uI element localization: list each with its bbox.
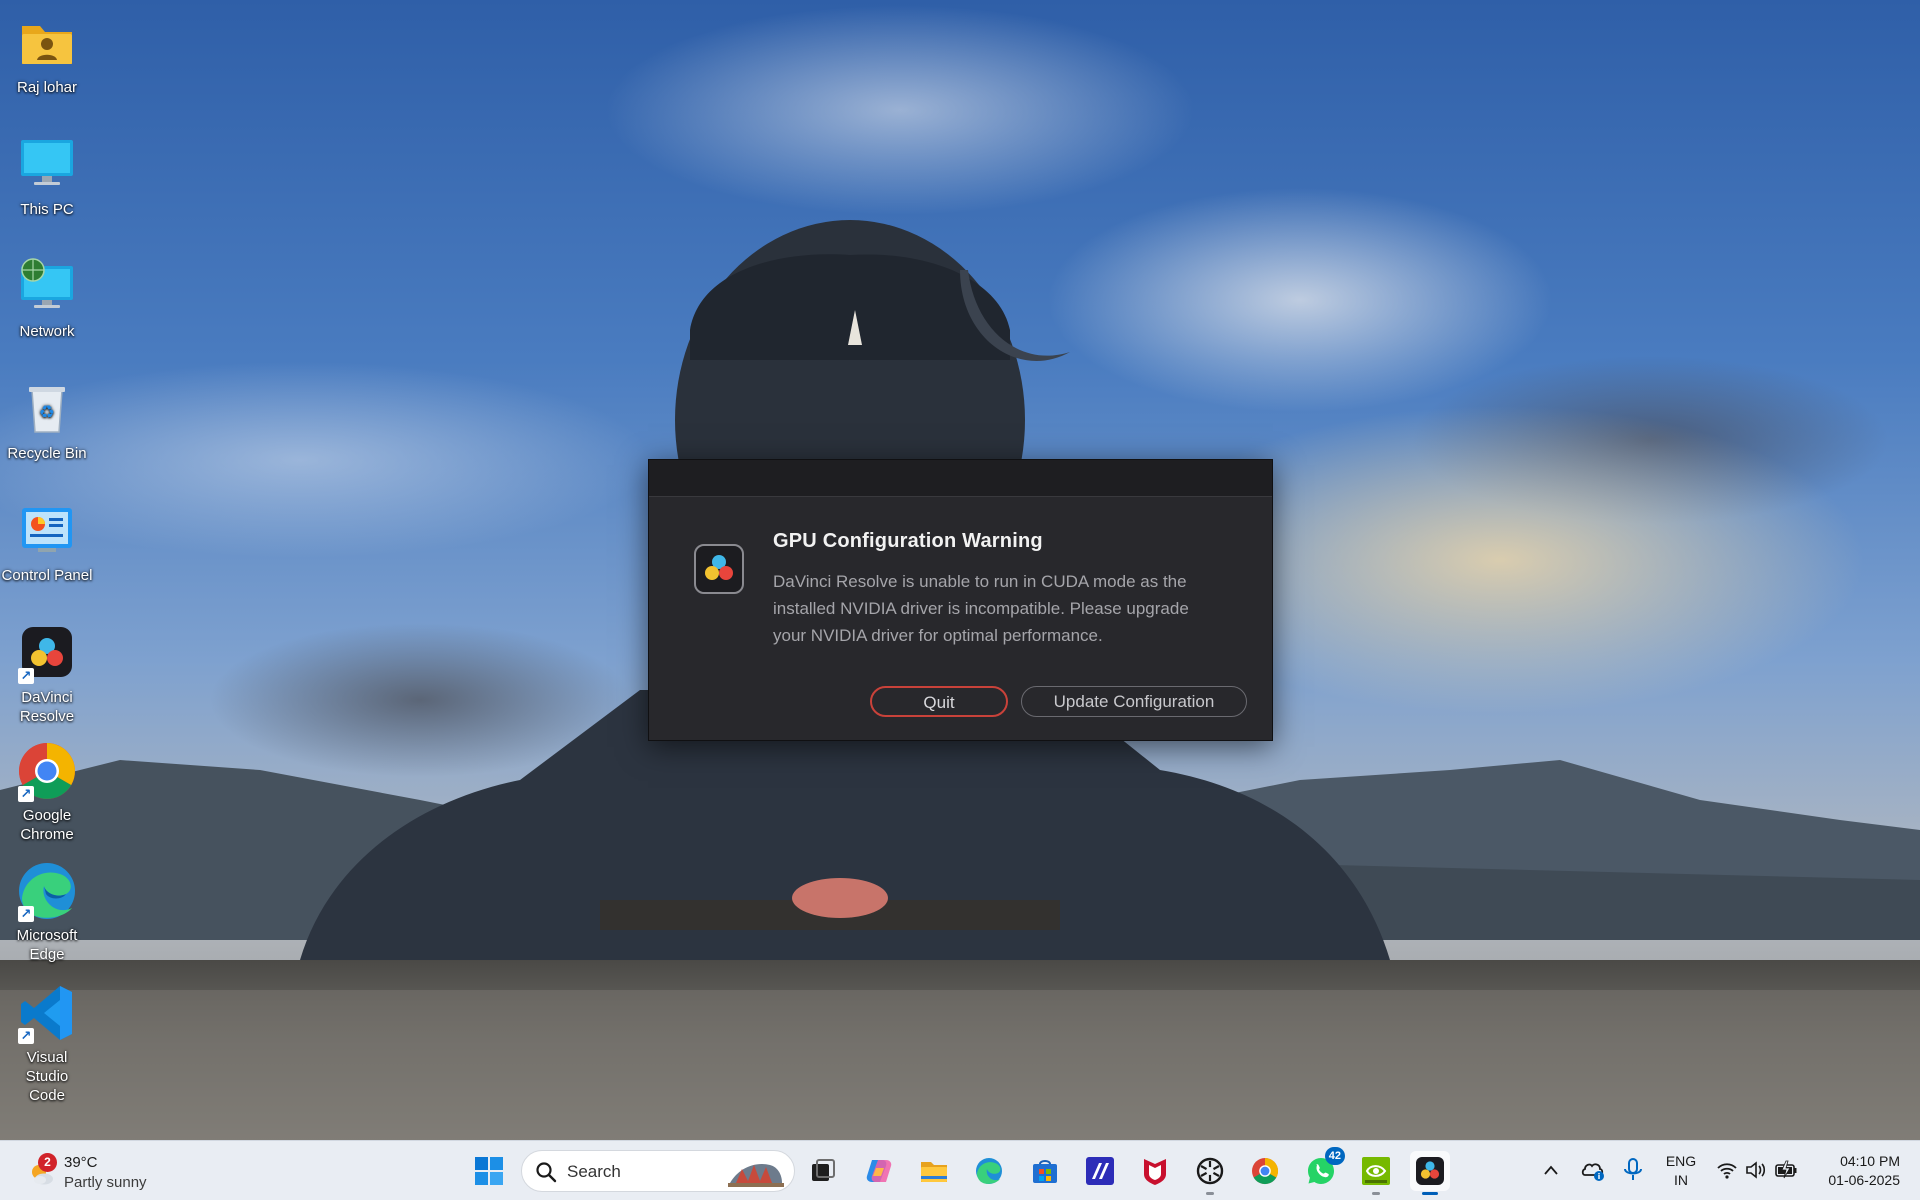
taskbar-microsoft-store[interactable] bbox=[1025, 1151, 1065, 1191]
quit-button[interactable]: Quit bbox=[870, 686, 1008, 717]
taskbar-edge[interactable] bbox=[969, 1151, 1009, 1191]
desktop-icon-label: Control Panel bbox=[1, 567, 93, 584]
tray-volume[interactable] bbox=[1744, 1157, 1766, 1188]
wifi-icon bbox=[1717, 1163, 1737, 1179]
control-panel-icon bbox=[16, 500, 78, 562]
taskbar-nvidia[interactable] bbox=[1356, 1151, 1396, 1195]
user-folder-icon bbox=[16, 12, 78, 74]
microphone-icon bbox=[1624, 1158, 1642, 1180]
network-icon bbox=[16, 256, 78, 318]
taskbar-copilot[interactable] bbox=[859, 1151, 899, 1191]
file-explorer-icon bbox=[921, 1162, 947, 1182]
edge-icon bbox=[976, 1158, 1002, 1184]
battery-charging-icon bbox=[1775, 1160, 1797, 1179]
chrome-icon bbox=[1252, 1157, 1279, 1185]
running-indicator bbox=[1206, 1192, 1214, 1195]
start-icon bbox=[475, 1157, 503, 1185]
volume-icon bbox=[1746, 1161, 1766, 1179]
taskbar-mcafee[interactable] bbox=[1135, 1151, 1175, 1191]
input-language-indicator[interactable]: ENG IN bbox=[1664, 1152, 1698, 1190]
taskbar-chrome[interactable] bbox=[1245, 1151, 1285, 1191]
desktop-icon-label: This PC bbox=[20, 201, 74, 218]
taskbar-file-explorer[interactable] bbox=[914, 1151, 954, 1191]
microsoft-store-icon bbox=[1033, 1160, 1057, 1183]
active-app-indicator bbox=[1422, 1192, 1438, 1195]
svg-text:♻: ♻ bbox=[39, 402, 55, 423]
desktop-icon-label: DaVinci Resolve bbox=[19, 689, 75, 725]
dialog-titlebar[interactable] bbox=[649, 460, 1272, 497]
davinci-resolve-icon bbox=[1416, 1157, 1444, 1185]
shortcut-arrow-icon: ↗ bbox=[18, 786, 34, 802]
desktop-icon-microsoft-edge[interactable]: ↗ Microsoft Edge bbox=[0, 860, 94, 964]
search-highlight-art-icon bbox=[728, 1163, 784, 1187]
tray-microphone[interactable] bbox=[1622, 1157, 1644, 1188]
desktop-icon-label: Microsoft Edge bbox=[16, 927, 78, 963]
shortcut-arrow-icon: ↗ bbox=[18, 668, 34, 684]
davinci-resolve-icon: ↗ bbox=[16, 622, 78, 684]
show-hidden-icons-button[interactable] bbox=[1542, 1157, 1560, 1188]
taskbar-task-view[interactable] bbox=[803, 1151, 843, 1191]
tray-battery[interactable] bbox=[1774, 1157, 1798, 1188]
desktop-icon-recycle-bin[interactable]: ♻ Recycle Bin bbox=[0, 378, 94, 463]
taskbar-search[interactable]: Search bbox=[521, 1150, 795, 1192]
chatgpt-icon bbox=[1196, 1157, 1224, 1185]
taskbar-visual-studio[interactable] bbox=[1080, 1151, 1120, 1191]
dialog-message: DaVinci Resolve is unable to run in CUDA… bbox=[773, 572, 1189, 645]
chevron-up-icon bbox=[1544, 1165, 1558, 1175]
taskbar-davinci-resolve[interactable] bbox=[1410, 1151, 1450, 1195]
tray-onedrive[interactable] bbox=[1580, 1157, 1606, 1188]
search-placeholder: Search bbox=[567, 1162, 621, 1181]
start-button[interactable] bbox=[469, 1151, 509, 1191]
davinci-resolve-icon bbox=[694, 544, 744, 594]
vscode-icon: ↗ bbox=[16, 982, 78, 1044]
mcafee-icon bbox=[1144, 1159, 1166, 1185]
desktop-icon-control-panel[interactable]: Control Panel bbox=[0, 500, 94, 585]
taskbar-chatgpt[interactable] bbox=[1190, 1151, 1230, 1195]
desktop-icon-google-chrome[interactable]: ↗ Google Chrome bbox=[0, 740, 94, 844]
visual-studio-icon bbox=[1086, 1157, 1114, 1185]
nvidia-icon bbox=[1362, 1157, 1390, 1185]
edge-icon: ↗ bbox=[16, 860, 78, 922]
tray-wifi[interactable] bbox=[1716, 1157, 1738, 1188]
task-view-icon bbox=[812, 1159, 835, 1181]
desktop-icon-label: Raj lohar bbox=[16, 79, 78, 96]
monitor-icon bbox=[16, 134, 78, 196]
weather-description: Partly sunny bbox=[64, 1174, 147, 1191]
desktop-icon-label: Network bbox=[19, 323, 75, 340]
desktop-icon-this-pc[interactable]: This PC bbox=[0, 134, 94, 219]
cloud-info-icon bbox=[1581, 1163, 1604, 1181]
desktop-icon-label: Recycle Bin bbox=[7, 445, 87, 462]
taskbar-whatsapp[interactable]: 42 bbox=[1301, 1147, 1345, 1191]
shortcut-arrow-icon: ↗ bbox=[18, 1028, 34, 1044]
clock-time: 04:10 PM bbox=[1840, 1153, 1900, 1169]
running-indicator bbox=[1372, 1192, 1380, 1195]
recycle-bin-icon: ♻ bbox=[16, 378, 78, 440]
region-code: IN bbox=[1674, 1172, 1688, 1188]
whatsapp-unread-badge: 42 bbox=[1324, 1147, 1345, 1165]
copilot-icon bbox=[866, 1160, 892, 1182]
shortcut-arrow-icon: ↗ bbox=[18, 906, 34, 922]
weather-widget[interactable]: 2 39°C Partly sunny bbox=[24, 1149, 154, 1193]
gpu-warning-dialog: GPU Configuration Warning DaVinci Resolv… bbox=[648, 459, 1273, 741]
clock-date: 01-06-2025 bbox=[1828, 1172, 1900, 1188]
update-configuration-button[interactable]: Update Configuration bbox=[1021, 686, 1247, 717]
search-icon bbox=[536, 1162, 557, 1183]
desktop-icon-label: Visual Studio Code bbox=[25, 1049, 69, 1104]
desktop-icon-davinci-resolve[interactable]: ↗ DaVinci Resolve bbox=[0, 622, 94, 726]
desktop-icon-user-folder[interactable]: Raj lohar bbox=[0, 12, 94, 97]
desktop-icon-label: Google Chrome bbox=[20, 807, 74, 843]
desktop-icon-visual-studio-code[interactable]: ↗ Visual Studio Code bbox=[0, 982, 94, 1105]
dialog-title: GPU Configuration Warning bbox=[773, 530, 1043, 552]
weather-temperature: 39°C bbox=[64, 1154, 98, 1171]
taskbar-clock[interactable]: 04:10 PM 01-06-2025 bbox=[1810, 1152, 1900, 1190]
language-code: ENG bbox=[1665, 1153, 1697, 1169]
taskbar: 2 39°C Partly sunny Search 42 ENG IN 04:… bbox=[0, 1140, 1920, 1200]
weather-notification-badge: 2 bbox=[38, 1153, 57, 1172]
chrome-icon: ↗ bbox=[16, 740, 78, 802]
desktop-icon-network[interactable]: Network bbox=[0, 256, 94, 341]
